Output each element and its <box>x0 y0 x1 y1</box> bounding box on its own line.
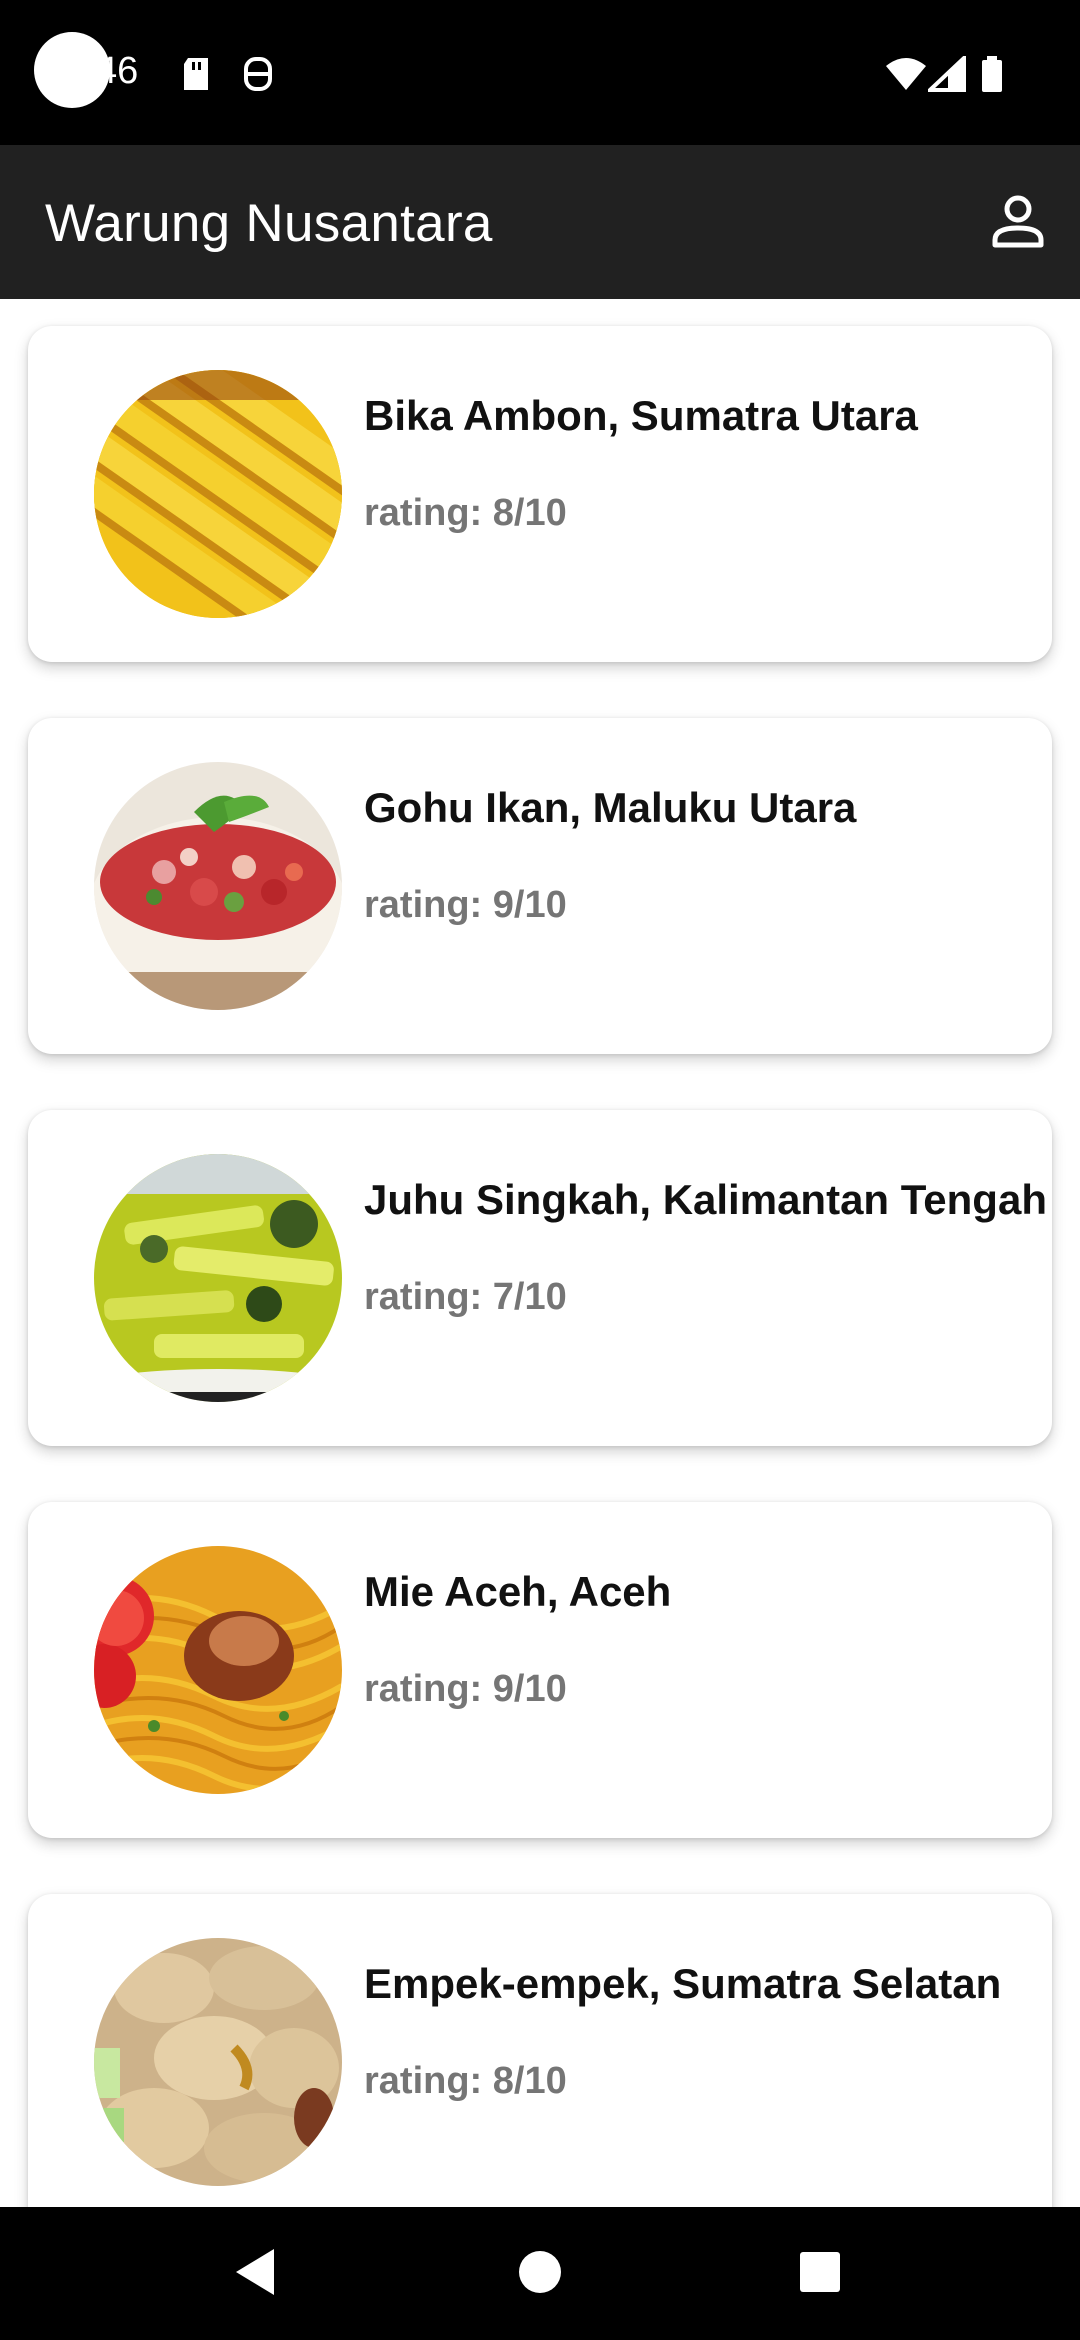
recents-square-icon[interactable] <box>785 2237 855 2307</box>
app-bar: Warung Nusantara <box>0 145 1080 299</box>
navigation-bar <box>0 2207 1080 2340</box>
signal-icon <box>928 56 966 92</box>
mie-aceh-image <box>94 1546 342 1794</box>
empek-empek-image <box>94 1938 342 2186</box>
food-card[interactable]: Empek-empek, Sumatra Selatan rating: 8/1… <box>28 1894 1052 2207</box>
food-name: Juhu Singkah, Kalimantan Tengah <box>364 1176 1047 1223</box>
food-card[interactable]: Gohu Ikan, Maluku Utara rating: 9/10 <box>28 718 1052 1054</box>
home-circle-icon[interactable] <box>505 2237 575 2307</box>
food-list[interactable]: Bika Ambon, Sumatra Utara rating: 8/10 G… <box>0 299 1080 2207</box>
wifi-icon <box>886 58 926 90</box>
person-icon[interactable] <box>986 190 1050 254</box>
status-time: 46 <box>96 50 139 92</box>
accessibility-icon <box>244 57 272 91</box>
food-rating: rating: 8/10 <box>364 492 567 534</box>
app-title: Warung Nusantara <box>45 194 493 253</box>
food-rating: rating: 9/10 <box>364 884 567 926</box>
back-triangle-icon[interactable] <box>222 2237 292 2307</box>
food-rating: rating: 8/10 <box>364 2060 567 2102</box>
food-rating: rating: 9/10 <box>364 1668 567 1710</box>
juhu-singkah-image <box>94 1154 342 1402</box>
sd-card-icon <box>184 58 208 90</box>
gohu-ikan-image <box>94 762 342 1010</box>
food-name: Empek-empek, Sumatra Selatan <box>364 1960 1002 2007</box>
bika-ambon-image <box>94 370 342 618</box>
food-card[interactable]: Mie Aceh, Aceh rating: 9/10 <box>28 1502 1052 1838</box>
phone-screen: 46 Warung Nusantara Bika Ambon, Sumatra … <box>0 0 1080 2340</box>
food-card[interactable]: Bika Ambon, Sumatra Utara rating: 8/10 <box>28 326 1052 662</box>
food-name: Bika Ambon, Sumatra Utara <box>364 392 918 439</box>
status-bar: 46 <box>0 0 1080 145</box>
food-name: Gohu Ikan, Maluku Utara <box>364 784 857 831</box>
battery-icon <box>982 56 1002 92</box>
food-rating: rating: 7/10 <box>364 1276 567 1318</box>
food-name: Mie Aceh, Aceh <box>364 1568 672 1615</box>
food-card[interactable]: Juhu Singkah, Kalimantan Tengah rating: … <box>28 1110 1052 1446</box>
